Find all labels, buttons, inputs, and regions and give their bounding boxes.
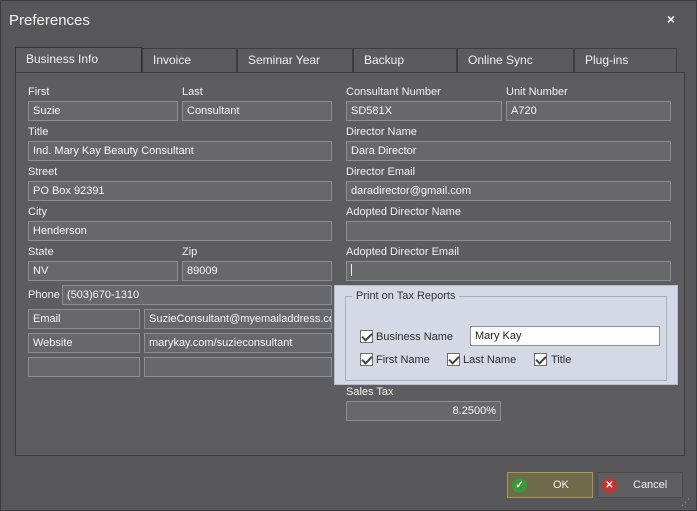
last-name-checkbox[interactable] xyxy=(447,353,460,366)
phone-field[interactable]: (503)670-1310 xyxy=(62,285,332,305)
contact-value-field-1[interactable]: SuzieConsultant@myemailaddress.com xyxy=(144,309,332,329)
city-field[interactable]: Henderson xyxy=(28,221,332,241)
contact-value-field-2[interactable]: marykay.com/suzieconsultant xyxy=(144,333,332,353)
tab-plug-ins[interactable]: Plug-ins xyxy=(574,48,677,72)
group-title: Print on Tax Reports xyxy=(352,290,460,302)
adopted-director-name-label: Adopted Director Name xyxy=(346,206,461,218)
contact-type-field-1[interactable]: Email xyxy=(28,309,140,329)
consultant-number-field[interactable]: SD581X xyxy=(346,101,502,121)
last-label: Last xyxy=(182,86,203,98)
contact-type-field-3[interactable] xyxy=(28,357,140,377)
director-name-field[interactable]: Dara Director xyxy=(346,141,671,161)
cancel-button-label: Cancel xyxy=(633,479,668,491)
unit-number-field[interactable]: A720 xyxy=(506,101,671,121)
resize-grip-icon[interactable]: ⋰ xyxy=(681,497,691,507)
tab-invoice[interactable]: Invoice xyxy=(142,48,237,72)
title-checkbox-label: Title xyxy=(551,354,572,366)
ok-button[interactable]: ✓ OK xyxy=(507,472,593,498)
zip-label: Zip xyxy=(182,246,198,258)
zip-field[interactable]: 89009 xyxy=(182,261,332,281)
consultant-number-label: Consultant Number xyxy=(346,86,441,98)
first-name-checkbox-label: First Name xyxy=(376,354,430,366)
title-bar: Preferences × xyxy=(1,1,696,39)
adopted-director-email-label: Adopted Director Email xyxy=(346,246,460,258)
business-name-field[interactable]: Mary Kay xyxy=(470,326,660,346)
director-name-label: Director Name xyxy=(346,126,417,138)
contact-type-field-2[interactable]: Website xyxy=(28,333,140,353)
street-label: Street xyxy=(28,166,58,178)
director-email-label: Director Email xyxy=(346,166,416,178)
last-name-checkbox-label: Last Name xyxy=(463,354,517,366)
last-name-field[interactable]: Consultant xyxy=(182,101,332,121)
tab-business-info[interactable]: Business Info xyxy=(15,47,142,73)
contact-value-field-3[interactable] xyxy=(144,357,332,377)
ok-button-label: OK xyxy=(553,479,569,491)
tab-seminar-year[interactable]: Seminar Year xyxy=(237,48,353,72)
tab-strip: Business Info Invoice Seminar Year Backu… xyxy=(15,47,677,73)
adopted-director-name-field[interactable] xyxy=(346,221,671,241)
state-label: State xyxy=(28,246,54,258)
unit-number-label: Unit Number xyxy=(506,86,568,98)
city-label: City xyxy=(28,206,47,218)
print-on-tax-reports-group: Print on Tax Reports Business Name Mary … xyxy=(334,285,678,385)
check-icon: ✓ xyxy=(512,478,527,493)
tab-online-sync[interactable]: Online Sync xyxy=(457,48,574,72)
first-name-checkbox[interactable] xyxy=(360,353,373,366)
cancel-icon: ✕ xyxy=(602,478,617,493)
business-name-checkbox[interactable] xyxy=(360,330,373,343)
state-field[interactable]: NV xyxy=(28,261,178,281)
window-title: Preferences xyxy=(9,12,90,29)
adopted-director-email-field[interactable] xyxy=(346,261,671,281)
first-label: First xyxy=(28,86,50,98)
preferences-window: Preferences × Business Info Invoice Semi… xyxy=(0,0,697,511)
sales-tax-field[interactable]: 8.2500% xyxy=(346,401,501,421)
title-checkbox[interactable] xyxy=(534,353,547,366)
cancel-button[interactable]: ✕ Cancel xyxy=(597,472,683,498)
phone-label: Phone xyxy=(28,289,60,301)
sales-tax-label: Sales Tax xyxy=(346,386,394,398)
title-label: Title xyxy=(28,126,49,138)
first-name-field[interactable]: Suzie xyxy=(28,101,178,121)
street-field[interactable]: PO Box 92391 xyxy=(28,181,332,201)
close-icon[interactable]: × xyxy=(661,11,681,29)
text-caret xyxy=(351,264,352,277)
director-email-field[interactable]: daradirector@gmail.com xyxy=(346,181,671,201)
title-field[interactable]: Ind. Mary Kay Beauty Consultant xyxy=(28,141,332,161)
business-name-label: Business Name xyxy=(376,331,454,343)
tab-backup[interactable]: Backup xyxy=(353,48,457,72)
